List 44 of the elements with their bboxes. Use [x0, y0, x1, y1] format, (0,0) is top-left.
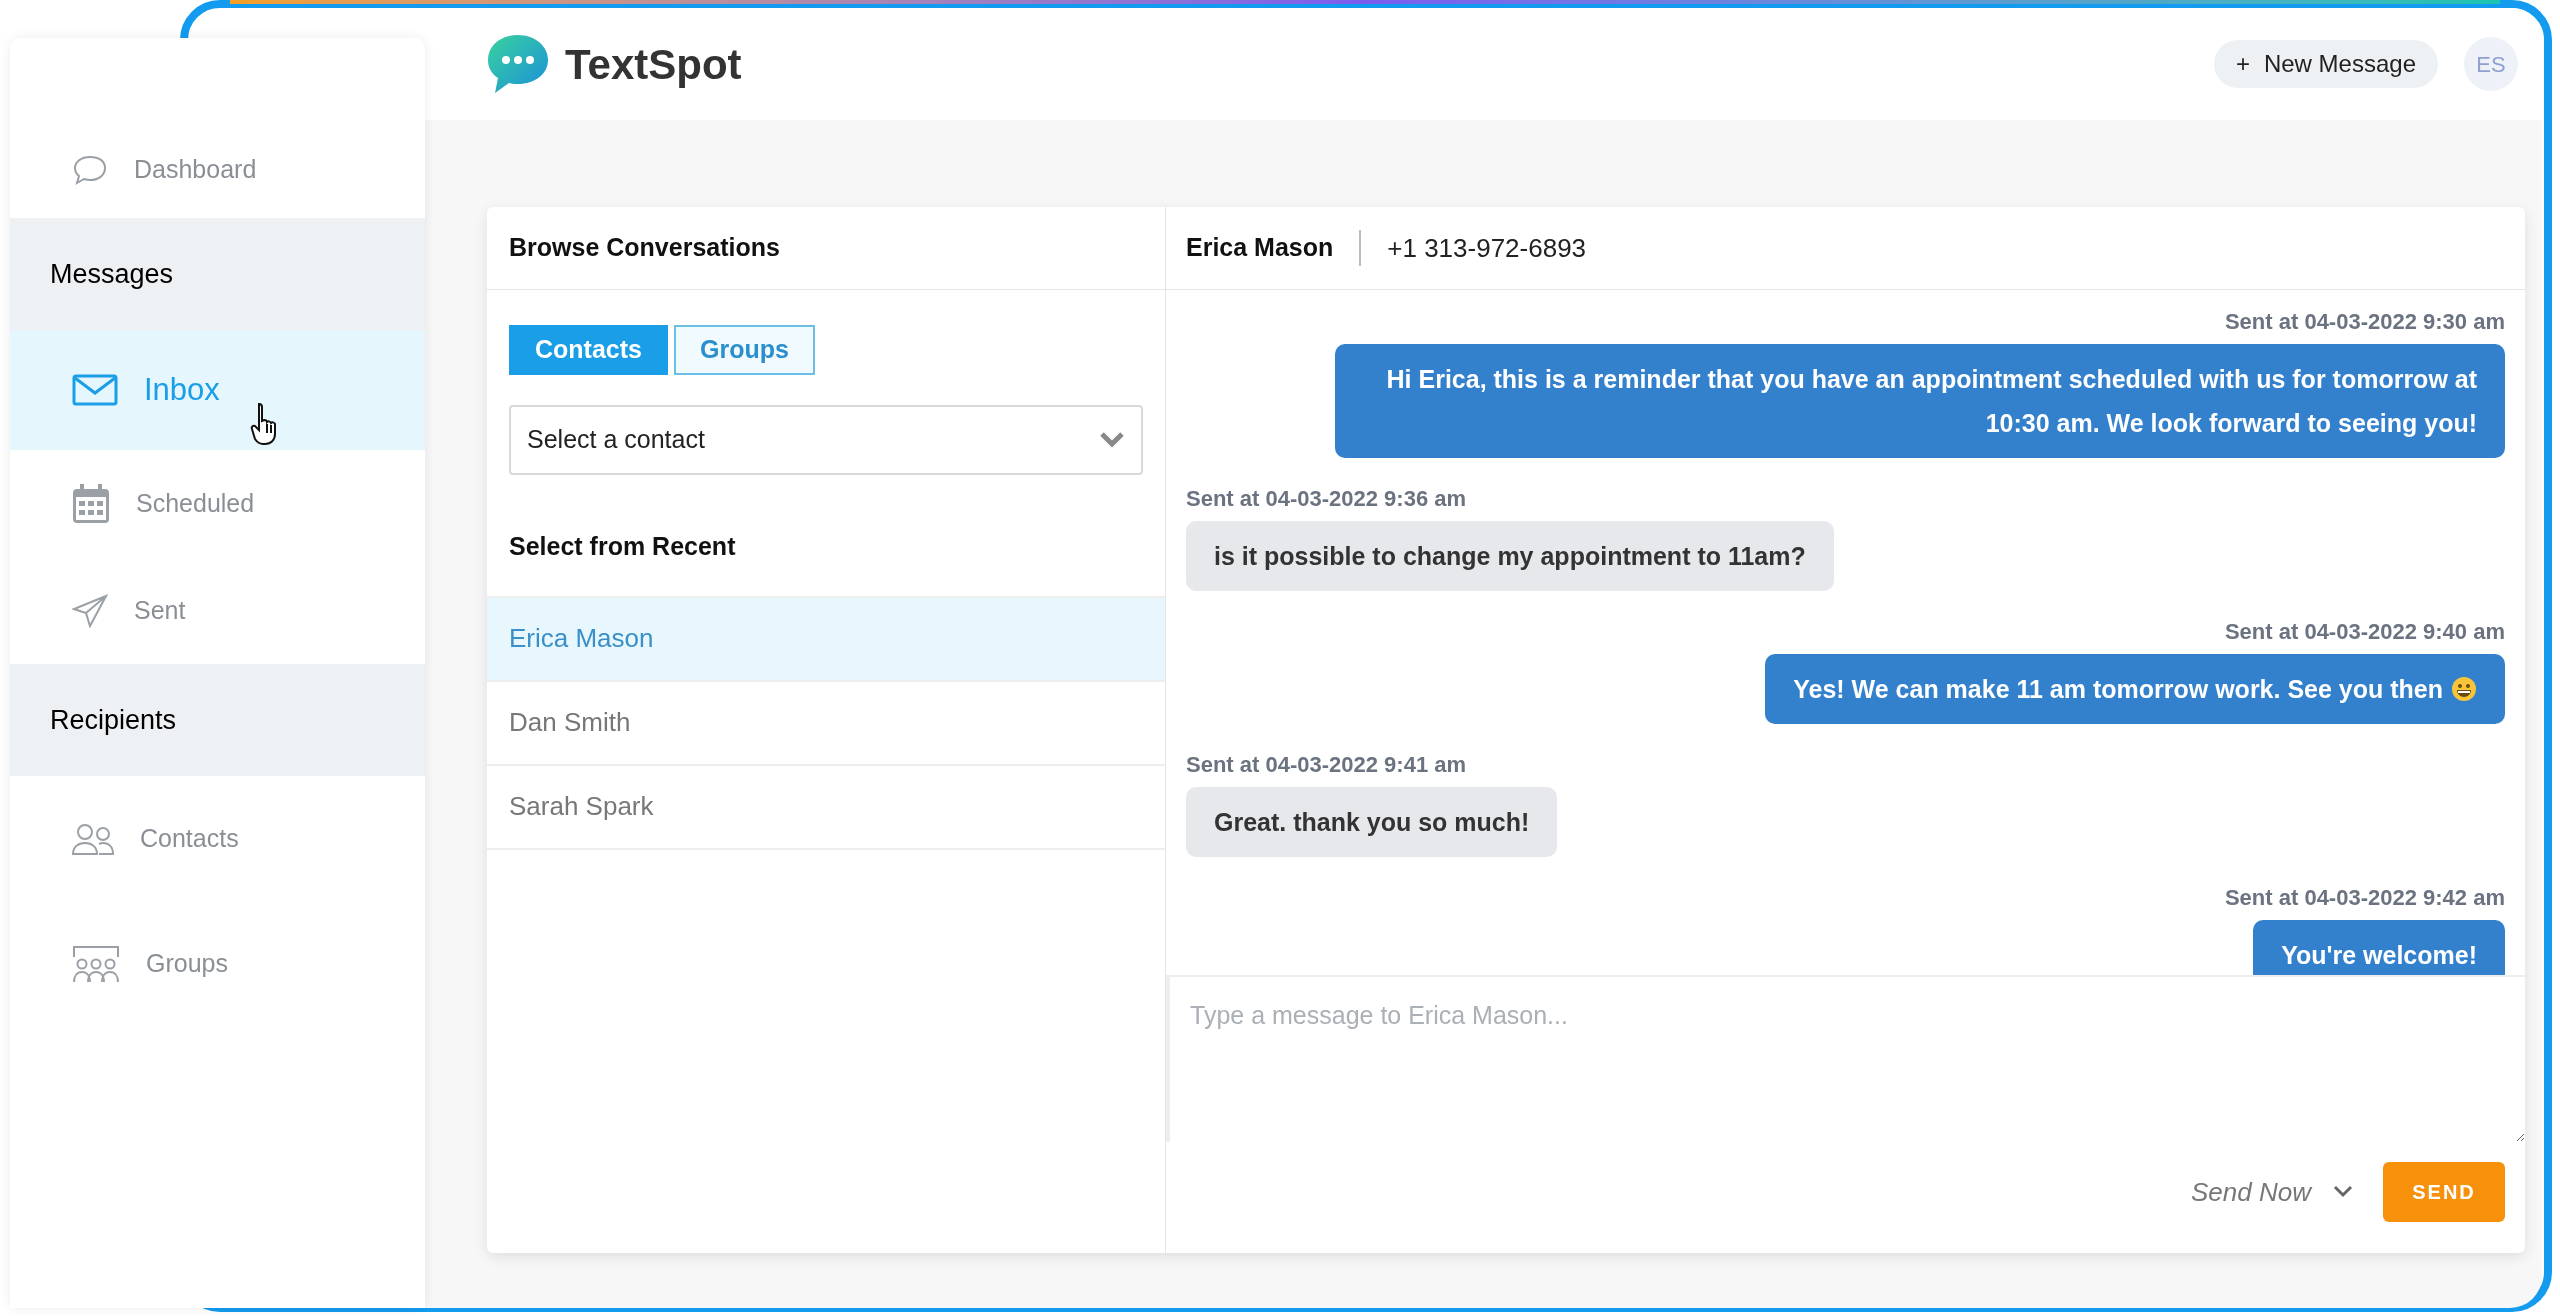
tab[interactable]: Groups — [673, 325, 815, 375]
calendar-icon — [72, 483, 110, 524]
envelope-icon — [72, 374, 118, 406]
grinning-face-icon — [2451, 676, 2477, 702]
logo-chat-bubble-icon — [485, 33, 551, 95]
group-people-icon — [72, 944, 120, 983]
user-avatar[interactable]: ES — [2464, 37, 2518, 91]
sidebar-item[interactable]: Groups — [10, 901, 425, 1026]
message-timestamp: Sent at 04-03-2022 9:30 am — [2224, 308, 2505, 336]
sidebar-item[interactable]: Dashboard — [10, 130, 425, 210]
tab[interactable]: Contacts — [509, 325, 668, 375]
panel-title: Browse Conversations — [509, 232, 780, 264]
message-bubble: You're welcome! — [2253, 920, 2505, 975]
new-message-button[interactable]: + New Message — [2213, 40, 2438, 88]
recent-contact-item[interactable]: Dan Smith — [487, 679, 1165, 764]
sidebar-item[interactable]: Inbox — [10, 330, 425, 450]
send-button[interactable]: SEND — [2383, 1162, 2505, 1222]
message-timestamp: Sent at 04-03-2022 9:36 am — [1186, 485, 1467, 513]
recent-contact-item[interactable]: Sarah Spark — [487, 763, 1165, 848]
message-bubble: Yes! We can make 11 am tomorrow work. See you then — [1765, 654, 2505, 724]
section-label: Select from Recent — [508, 531, 737, 562]
sidebar-item[interactable]: Contacts — [10, 776, 425, 901]
chevron-down-icon — [2333, 1185, 2353, 1199]
paper-plane-icon — [72, 593, 108, 628]
two-people-icon — [72, 822, 114, 855]
message-input[interactable]: Type a message to Erica Mason... — [1166, 977, 2525, 1142]
section-title: Messages — [50, 257, 174, 291]
send-timing-dropdown[interactable]: Send Now — [2191, 1172, 2353, 1212]
brand-name: TextSpot — [565, 39, 742, 90]
chat-bubble-icon — [72, 154, 108, 186]
contact-name: Erica Mason — [1186, 232, 1334, 264]
section-title: Recipients — [50, 703, 177, 737]
message-bubble: is it possible to change my appointment to 11am? — [1186, 521, 1834, 591]
sidebar-item[interactable]: Scheduled — [10, 450, 425, 557]
message-timestamp: Sent at 04-03-2022 9:40 am — [2224, 618, 2505, 646]
phone-number: +1 313-972-6893 — [1387, 231, 1587, 265]
recent-contact-item[interactable]: Erica Mason — [487, 595, 1165, 680]
message-bubble: Great. thank you so much! — [1186, 787, 1558, 857]
message-timestamp: Sent at 04-03-2022 9:41 am — [1186, 751, 1467, 779]
sidebar-item[interactable]: Sent — [10, 557, 425, 664]
message-timestamp: Sent at 04-03-2022 9:42 am — [2224, 884, 2505, 912]
message-bubble: Hi Erica, this is a reminder that you have an appointment scheduled with us for tomorrow at 10:30 am. We look forward to seeing you! — [1335, 344, 2505, 458]
chevron-down-icon — [1099, 431, 1125, 449]
contact-select[interactable]: Select a contact — [509, 405, 1143, 475]
